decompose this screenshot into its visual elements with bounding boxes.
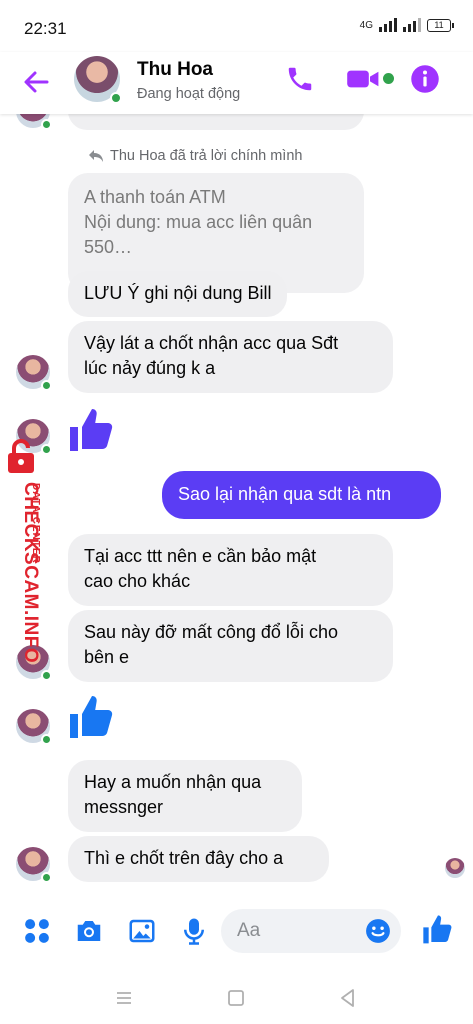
- status-icons: 4G 11: [359, 18, 454, 32]
- message-line: Tại acc ttt nên e cần bảo mật: [84, 546, 317, 566]
- lock-icon: [8, 439, 34, 473]
- message-bubble[interactable]: Hay a muốn nhận qua messnger: [68, 760, 302, 832]
- message-text: Sao lại nhận qua sdt là ntn: [178, 484, 392, 504]
- message-bubble[interactable]: Thì e chốt trên đây cho a: [68, 836, 329, 882]
- home-icon[interactable]: [224, 986, 248, 1010]
- message-bubble[interactable]: Sau này đỡ mất công đổ lỗi cho bên e: [68, 610, 393, 682]
- online-indicator: [41, 380, 52, 391]
- reply-note-text: Thu Hoa đã trả lời chính mình: [110, 148, 303, 164]
- reply-note: Thu Hoa đã trả lời chính mình: [88, 148, 302, 164]
- message-input-placeholder: Aa: [237, 920, 261, 941]
- sender-avatar: [16, 709, 52, 745]
- message-line: Sau này đỡ mất công đổ lỗi cho: [84, 622, 338, 642]
- sender-avatar: [16, 355, 52, 391]
- online-indicator: [41, 119, 52, 130]
- message-bubble-sent[interactable]: Sao lại nhận qua sdt là ntn: [162, 471, 441, 519]
- camera-icon[interactable]: [74, 916, 104, 946]
- quoted-line: Nội dung: mua acc liên quân: [84, 212, 313, 232]
- online-indicator: [41, 670, 52, 681]
- image-icon[interactable]: [127, 916, 157, 946]
- video-active-indicator: [383, 73, 394, 84]
- message-line: cao cho khác: [84, 571, 191, 591]
- info-icon[interactable]: [410, 64, 440, 94]
- quoted-line: A thanh toán ATM: [84, 187, 226, 207]
- message-bubble[interactable]: LƯU Ý ghi nội dung Bill: [68, 271, 288, 317]
- message-list[interactable]: Thu Hoa đã trả lời chính mình A thanh to…: [0, 114, 473, 894]
- signal-icon: [379, 18, 397, 32]
- quoted-line: 550…: [84, 237, 133, 257]
- message-text: Thì e chốt trên đây cho a: [84, 848, 284, 868]
- watermark: CHECKSCAM.INFO DATA CENTER: [2, 438, 52, 664]
- message-input[interactable]: Aa: [221, 909, 401, 953]
- thumbs-up-icon[interactable]: [68, 694, 116, 742]
- menu-icon[interactable]: [112, 986, 136, 1010]
- chat-header: Thu Hoa Đang hoạt động: [0, 52, 473, 114]
- signal-icon-2: [403, 18, 421, 32]
- contact-name[interactable]: Thu Hoa: [137, 59, 213, 81]
- thumbs-up-icon[interactable]: [68, 407, 116, 455]
- back-arrow-icon[interactable]: [20, 66, 52, 98]
- online-indicator: [41, 872, 52, 883]
- message-line: bên e: [84, 647, 130, 667]
- message-bubble-partial[interactable]: [68, 114, 364, 130]
- emoji-icon[interactable]: [365, 918, 391, 944]
- message-line: lúc nảy đúng k a: [84, 358, 216, 378]
- status-time: 22:31: [24, 19, 67, 38]
- status-bar: 22:31 4G 11: [0, 0, 473, 52]
- apps-icon[interactable]: [22, 916, 52, 946]
- back-icon[interactable]: [336, 986, 360, 1010]
- online-indicator: [41, 734, 52, 745]
- thumbs-up-icon[interactable]: [422, 914, 454, 946]
- sender-avatar: [16, 114, 52, 130]
- watermark-subtext: DATA CENTER: [30, 483, 41, 564]
- contact-status: Đang hoạt động: [137, 86, 241, 102]
- battery-icon: 11: [427, 18, 454, 32]
- system-nav-bar: [0, 972, 473, 1024]
- video-icon[interactable]: [346, 64, 382, 94]
- network-type: 4G: [359, 19, 373, 31]
- message-line: messnger: [84, 797, 164, 817]
- phone-icon[interactable]: [285, 64, 315, 94]
- contact-avatar[interactable]: [74, 56, 122, 104]
- seen-avatar: [445, 858, 465, 878]
- sender-avatar: [16, 847, 52, 883]
- message-text: LƯU Ý ghi nội dung Bill: [84, 283, 272, 303]
- message-bubble[interactable]: Tại acc ttt nên e cần bảo mật cao cho kh…: [68, 534, 393, 606]
- message-line: Vậy lát a chốt nhận acc qua Sđt: [84, 333, 339, 353]
- mic-icon[interactable]: [179, 916, 209, 946]
- online-indicator: [110, 92, 122, 104]
- composer: Aa: [0, 894, 473, 972]
- message-bubble[interactable]: Vậy lát a chốt nhận acc qua Sđt lúc nảy …: [68, 321, 393, 393]
- message-line: Hay a muốn nhận qua: [84, 772, 262, 792]
- reply-icon: [89, 150, 103, 162]
